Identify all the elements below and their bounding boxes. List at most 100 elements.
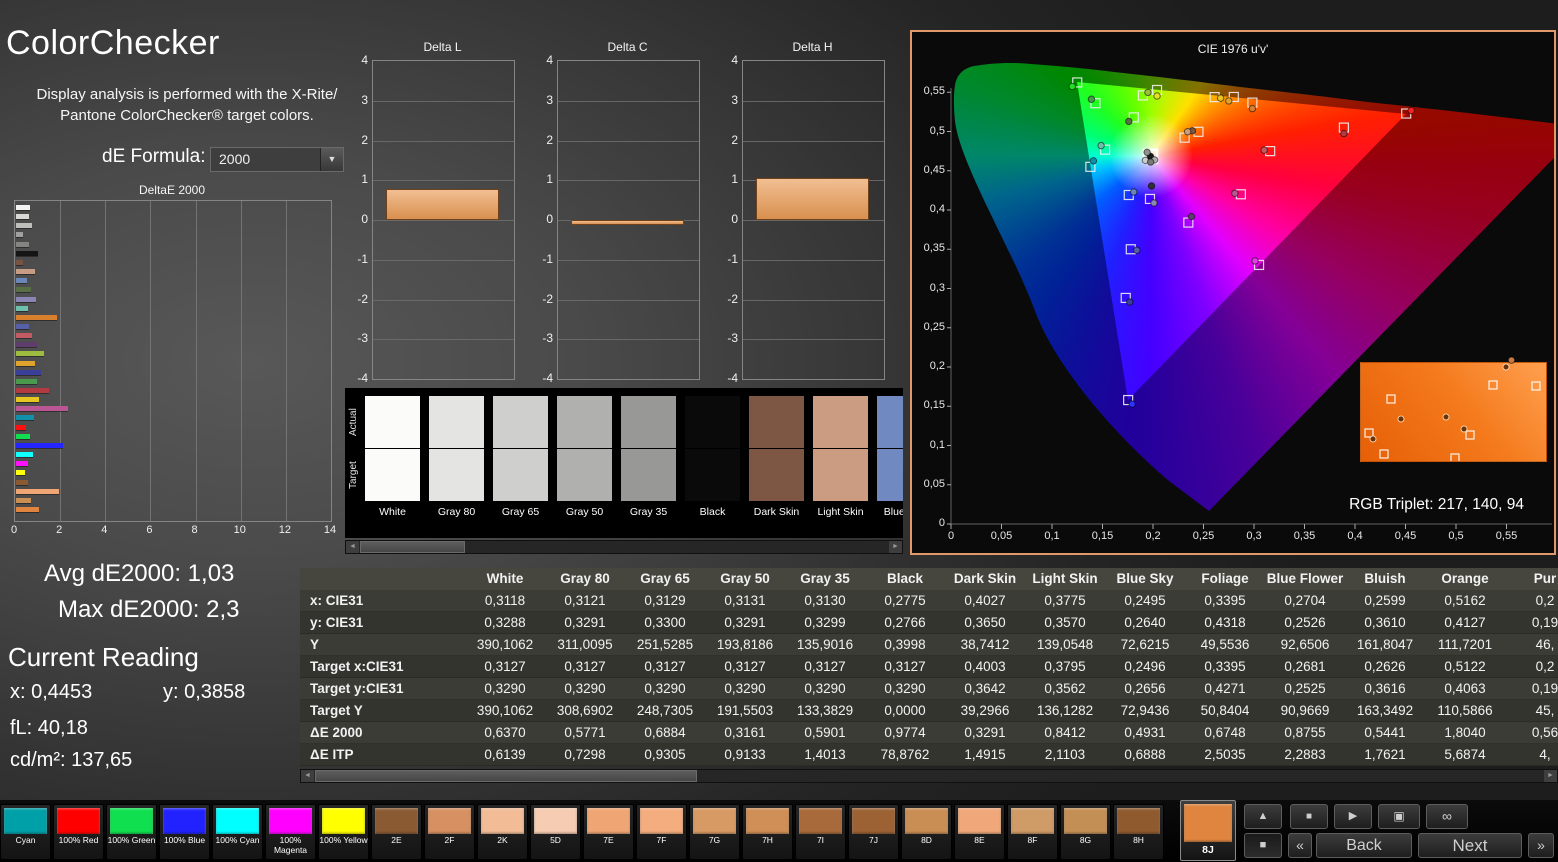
de-formula-dropdown[interactable]: 2000 ▼ bbox=[210, 147, 344, 172]
table-cell: 0,6884 bbox=[644, 725, 686, 740]
cie-measured-dot-green bbox=[1087, 95, 1096, 103]
patch-color bbox=[852, 808, 895, 834]
table-cell: 193,8186 bbox=[716, 637, 774, 652]
patch-color bbox=[587, 808, 630, 834]
swatch-target-light-skin[interactable] bbox=[813, 449, 868, 501]
record-button[interactable]: ▣ bbox=[1378, 804, 1420, 829]
table-col-header: Orange bbox=[1441, 571, 1489, 586]
intro-line-1: Display analysis is performed with the X… bbox=[36, 86, 338, 103]
table-cell: 0,4271 bbox=[1204, 681, 1246, 696]
toolbar-patch-100-green[interactable]: 100% Green bbox=[106, 804, 157, 860]
toolbar-patch-2e[interactable]: 2E bbox=[371, 804, 422, 860]
table-cell: 0,9305 bbox=[644, 747, 686, 762]
swatch-target-gray-35[interactable] bbox=[621, 449, 676, 501]
patch-label: 2K bbox=[497, 835, 508, 845]
scroll-left-arrow[interactable]: ◄ bbox=[301, 770, 314, 782]
table-cell: 72,6215 bbox=[1120, 637, 1170, 652]
strip-scrollbar[interactable]: ◄ ► bbox=[345, 540, 903, 554]
toolbar-patch-7i[interactable]: 7I bbox=[795, 804, 846, 860]
stop-button[interactable]: ■ bbox=[1290, 804, 1328, 829]
table-header-row: White Gray 80 Gray 65 Gray 50 Gray 35 Black Da… bbox=[300, 568, 1558, 590]
toolbar-patch-5d[interactable]: 5D bbox=[530, 804, 581, 860]
next-button[interactable]: Next bbox=[1418, 833, 1522, 858]
deltae-bar bbox=[16, 214, 30, 220]
table-cell: 0,6370 bbox=[484, 725, 526, 740]
swatch-target-gray-80[interactable] bbox=[429, 449, 484, 501]
skip-prev-button[interactable]: « bbox=[1288, 833, 1312, 858]
table-cell: 135,9016 bbox=[796, 637, 854, 652]
toolbar-patch-100-cyan[interactable]: 100% Cyan bbox=[212, 804, 263, 860]
table-cell: 0,3795 bbox=[1044, 659, 1086, 674]
patch-label: 2F bbox=[444, 835, 455, 845]
table-cell: 0,3290 bbox=[804, 681, 846, 696]
cie-measured-dot-purple bbox=[1187, 212, 1196, 221]
table-cell: 0,5771 bbox=[564, 725, 606, 740]
reading-cdm2: cd/m²: 137,65 bbox=[10, 749, 133, 771]
table-cell: 311,0095 bbox=[557, 637, 613, 652]
toolbar-patch-8e[interactable]: 8E bbox=[954, 804, 1005, 860]
swatch-target-dark-skin[interactable] bbox=[749, 449, 804, 501]
toolbar-patch-7f[interactable]: 7F bbox=[636, 804, 687, 860]
table-cell: 0,6139 bbox=[484, 747, 526, 762]
toolbar-patch-2k[interactable]: 2K bbox=[477, 804, 528, 860]
play-button[interactable]: ▶ bbox=[1334, 804, 1372, 829]
gridline bbox=[743, 339, 884, 341]
patch-label: 7H bbox=[762, 835, 773, 845]
swatch-label: Black bbox=[699, 506, 726, 518]
toolbar-patch-100-magenta[interactable]: 100% Magenta bbox=[265, 804, 316, 860]
skip-next-button[interactable]: » bbox=[1528, 833, 1554, 858]
avg-de2000: Avg dE2000: 1,03 bbox=[44, 560, 235, 587]
chevron-down-icon[interactable]: ▼ bbox=[320, 148, 343, 171]
toolbar-patch-8g[interactable]: 8G bbox=[1060, 804, 1111, 860]
loop-icon: ∞ bbox=[1442, 808, 1452, 824]
back-button[interactable]: Back bbox=[1316, 833, 1412, 858]
table-row-label: y: CIE31 bbox=[310, 615, 364, 630]
deltae-bar bbox=[16, 223, 32, 229]
cie-measured-dot-primary-magenta bbox=[1251, 257, 1259, 265]
table-row: ΔE 2000 0,6370 0,5771 0,6884 0,3161 0,5901 0,9… bbox=[300, 722, 1558, 744]
toolbar-patch-8f[interactable]: 8F bbox=[1007, 804, 1058, 860]
scroll-right-arrow[interactable]: ► bbox=[889, 541, 902, 553]
toolbar-patch-100-blue[interactable]: 100% Blue bbox=[159, 804, 210, 860]
axis-tick-label: 0 bbox=[10, 524, 18, 536]
cie-1976-panel: RGB Triplet: 217, 140, 94 CIE 1976 u'v' … bbox=[910, 30, 1556, 555]
swatch-target-black[interactable] bbox=[685, 449, 740, 501]
loop-button[interactable]: ∞ bbox=[1426, 804, 1468, 829]
axis-tick-label: -4 bbox=[542, 371, 553, 385]
table-cell: 0,3650 bbox=[964, 615, 1006, 630]
toolbar-patch-100-yellow[interactable]: 100% Yellow bbox=[318, 804, 369, 860]
axis-tick-label: 0 bbox=[361, 212, 368, 226]
swatch-target-gray-65[interactable] bbox=[493, 449, 548, 501]
toolbar-patch-cyan[interactable]: Cyan bbox=[0, 804, 51, 860]
toolbar-patch-7h[interactable]: 7H bbox=[742, 804, 793, 860]
axis-tick-label: -1 bbox=[727, 251, 738, 266]
toolbar-patch-7e[interactable]: 7E bbox=[583, 804, 634, 860]
scroll-handle[interactable] bbox=[360, 541, 465, 553]
table-cell: 0,3290 bbox=[884, 681, 926, 696]
deltae-bar bbox=[16, 323, 29, 329]
gridline bbox=[373, 220, 514, 221]
eject-button[interactable]: ▲ bbox=[1244, 804, 1282, 829]
toolbar-patch-2f[interactable]: 2F bbox=[424, 804, 475, 860]
table-cell: 0,3775 bbox=[1044, 593, 1086, 608]
cie-measured-dot-yellow bbox=[1216, 94, 1225, 102]
scroll-right-arrow[interactable]: ► bbox=[1544, 770, 1557, 782]
swatch-target-white[interactable] bbox=[365, 449, 420, 501]
toolbar-patch-7j[interactable]: 7J bbox=[848, 804, 899, 860]
swatch-target-gray-50[interactable] bbox=[557, 449, 612, 501]
toolbar-patch-8h[interactable]: 8H bbox=[1113, 804, 1164, 860]
table-cell: 0,19 bbox=[1531, 615, 1558, 630]
swatch-target-blue-sky[interactable] bbox=[877, 449, 903, 501]
table-scrollbar[interactable]: ◄ ► bbox=[300, 769, 1558, 783]
patch-color bbox=[216, 808, 259, 834]
marker-button[interactable]: ■ bbox=[1244, 833, 1282, 858]
toolbar-patch-8j[interactable]: 8J bbox=[1180, 800, 1236, 861]
scroll-left-arrow[interactable]: ◄ bbox=[346, 541, 359, 553]
deltae-bar bbox=[16, 497, 31, 503]
toolbar-patch-100-red[interactable]: 100% Red bbox=[53, 804, 104, 860]
table-cell: 39,2966 bbox=[960, 703, 1010, 718]
scroll-handle[interactable] bbox=[315, 770, 697, 782]
toolbar-patch-7g[interactable]: 7G bbox=[689, 804, 740, 860]
page-title: ColorChecker bbox=[6, 24, 220, 62]
toolbar-patch-8d[interactable]: 8D bbox=[901, 804, 952, 860]
